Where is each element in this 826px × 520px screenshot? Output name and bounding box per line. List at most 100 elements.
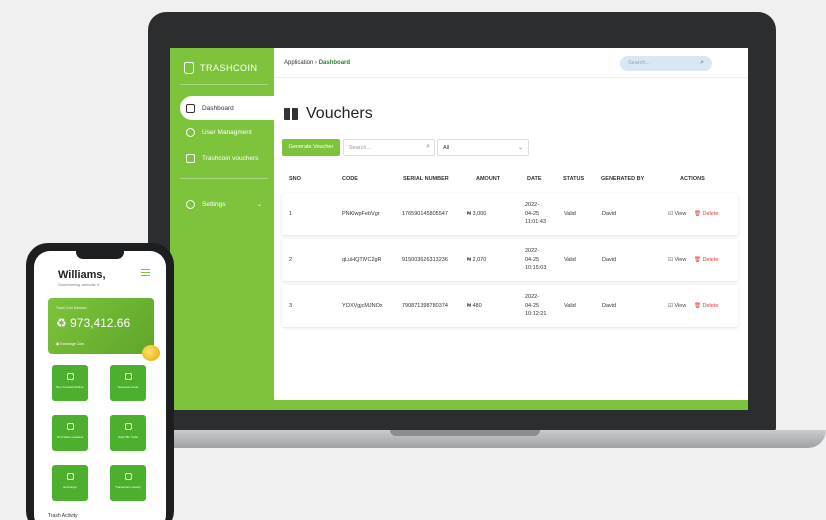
view-button[interactable]: ☑ View [668,303,686,309]
breadcrumb-current: Dashboard [318,60,351,66]
exchange-label: Exchange Coin [60,342,85,346]
hamburger-menu-icon[interactable] [141,269,150,276]
cell-status: Valid [564,211,576,217]
document-icon [186,153,195,163]
gear-icon [186,199,195,209]
delete-button[interactable]: 🗑 Delete [694,303,718,309]
balance-card: Trash Coin Balance ♻ 973,412.66 ▣ Exchan… [48,298,154,354]
sidebar-item-vouchers[interactable]: Trashcoin vouchers [180,146,274,170]
tile-label: Generate Code [117,385,139,389]
breadcrumb-root[interactable]: Application [284,60,313,66]
cell-serial: 915003626313236 [402,257,448,263]
home-icon [186,103,195,113]
cell-amount: ₦ 480 [467,303,482,309]
laptop-notch [390,430,540,436]
tile-transaction-history[interactable]: Transaction History [110,465,146,501]
sidebar-item-label: Trashcoin vouchers [202,154,259,162]
status-filter-select[interactable]: All ⌄ [437,139,529,156]
sidebar-item-user-management[interactable]: User Managment [180,120,274,144]
column-header: STATUS [563,176,585,182]
brand-logo[interactable]: TRASHCOIN [184,62,258,74]
history-icon [124,473,132,480]
app-window: TRASHCOIN Dashboard User Managment Trash… [170,48,748,410]
view-button[interactable]: ☑ View [668,257,686,263]
sidebar-item-label: Settings [202,200,226,208]
date-part: 10:12:21 [525,311,547,317]
date-part: 04-25 [525,302,540,309]
column-header: DATE [527,176,542,182]
cell-sno: 3 [289,303,293,309]
trash-bin-icon [184,62,194,74]
gold-coin-icon [142,345,160,361]
tile-label: Find Safe Locations [56,435,84,439]
cell-code: PNKlwpFebVgr [342,211,380,217]
page-title-row: Vouchers [284,105,373,123]
cell-code: qLuHQTiVC2gR [342,257,382,263]
search-placeholder: Search... [628,60,651,66]
tile-generate-code[interactable]: Generate Code [110,365,146,401]
view-label: View [674,211,687,217]
delete-label: Delete [702,303,719,309]
tile-scan-bin[interactable]: Scan Bin Code [110,415,146,451]
trash-activity-heading: Trash Activity [48,513,78,519]
tile-label: Scan Bin Code [117,435,138,439]
cell-date: 2022- 04-25 10:15:03 [525,247,551,273]
location-pin-icon [66,423,74,430]
phone-app-screen: Williams, Good evening, welcome ☀ Trash … [34,251,166,520]
date-part: 2022- [525,294,540,300]
search-placeholder: Search... [349,145,372,151]
date-part: 04-25 [525,256,540,263]
filter-value: All [443,145,450,151]
cell-generated-by: David [602,257,617,263]
cell-date: 2022- 04-25 10:12:21 [525,293,551,319]
balance-amount: 973,412.66 [70,316,131,330]
search-icon: ⌕ [426,143,430,150]
cell-amount: ₦ 3,000 [467,211,487,217]
tile-exchange[interactable]: Exchange [52,465,88,501]
cell-generated-by: David [602,303,617,309]
cell-status: Valid [564,303,576,309]
sidebar-item-label: Dashboard [202,104,234,112]
sidebar: TRASHCOIN Dashboard User Managment Trash… [170,48,274,410]
date-part: 2022- [525,202,540,208]
tile-label: Buy Voucher/Airtime [56,385,84,389]
tile-label: Exchange [63,485,77,489]
column-header: ACTIONS [680,176,705,182]
tile-find-locations[interactable]: Find Safe Locations [52,415,88,451]
divider [180,84,268,85]
column-header: SERIAL NUMBER [403,176,449,182]
phone-notch [76,251,124,259]
view-label: View [674,303,687,309]
tile-label: Transaction History [115,485,141,489]
sidebar-item-settings[interactable]: Settings ⌄ [180,192,274,216]
generate-voucher-button[interactable]: Generate Voucher [282,139,340,156]
delete-label: Delete [702,211,719,217]
cell-code: YOXVgjcMJNOx [342,303,383,309]
view-button[interactable]: ☑ View [668,211,686,217]
table-row: 2 qLuHQTiVC2gR 915003626313236 ₦ 2,070 2… [282,239,738,281]
global-search-input[interactable]: Search... ⌕ [620,56,712,71]
delete-label: Delete [702,257,719,263]
column-header: AMOUNT [476,176,501,182]
voucher-search-input[interactable]: Search... ⌕ [343,139,435,156]
exchange-coin-link[interactable]: ▣ Exchange Coin [56,342,84,346]
column-header: GENERATED BY [601,176,645,182]
date-part: 04-25 [525,210,540,217]
cell-sno: 2 [289,257,293,263]
tile-buy-voucher[interactable]: Buy Voucher/Airtime [52,365,88,401]
sidebar-item-dashboard[interactable]: Dashboard [180,96,274,120]
date-part: 2022- [525,248,540,254]
screen-bottom-band [274,400,748,410]
divider [180,178,268,179]
cell-serial: 790871398780374 [402,303,448,309]
search-icon: ⌕ [700,59,704,66]
breadcrumb-separator: › [315,60,318,66]
brand-name: TRASHCOIN [200,63,258,73]
page-title: Vouchers [306,105,373,122]
delete-button[interactable]: 🗑 Delete [694,257,718,263]
qr-code-icon [124,373,132,380]
balance-value: ♻ 973,412.66 [56,316,131,330]
receipt-icon [66,373,74,380]
delete-button[interactable]: 🗑 Delete [694,211,718,217]
chevron-down-icon: ⌄ [256,201,262,208]
